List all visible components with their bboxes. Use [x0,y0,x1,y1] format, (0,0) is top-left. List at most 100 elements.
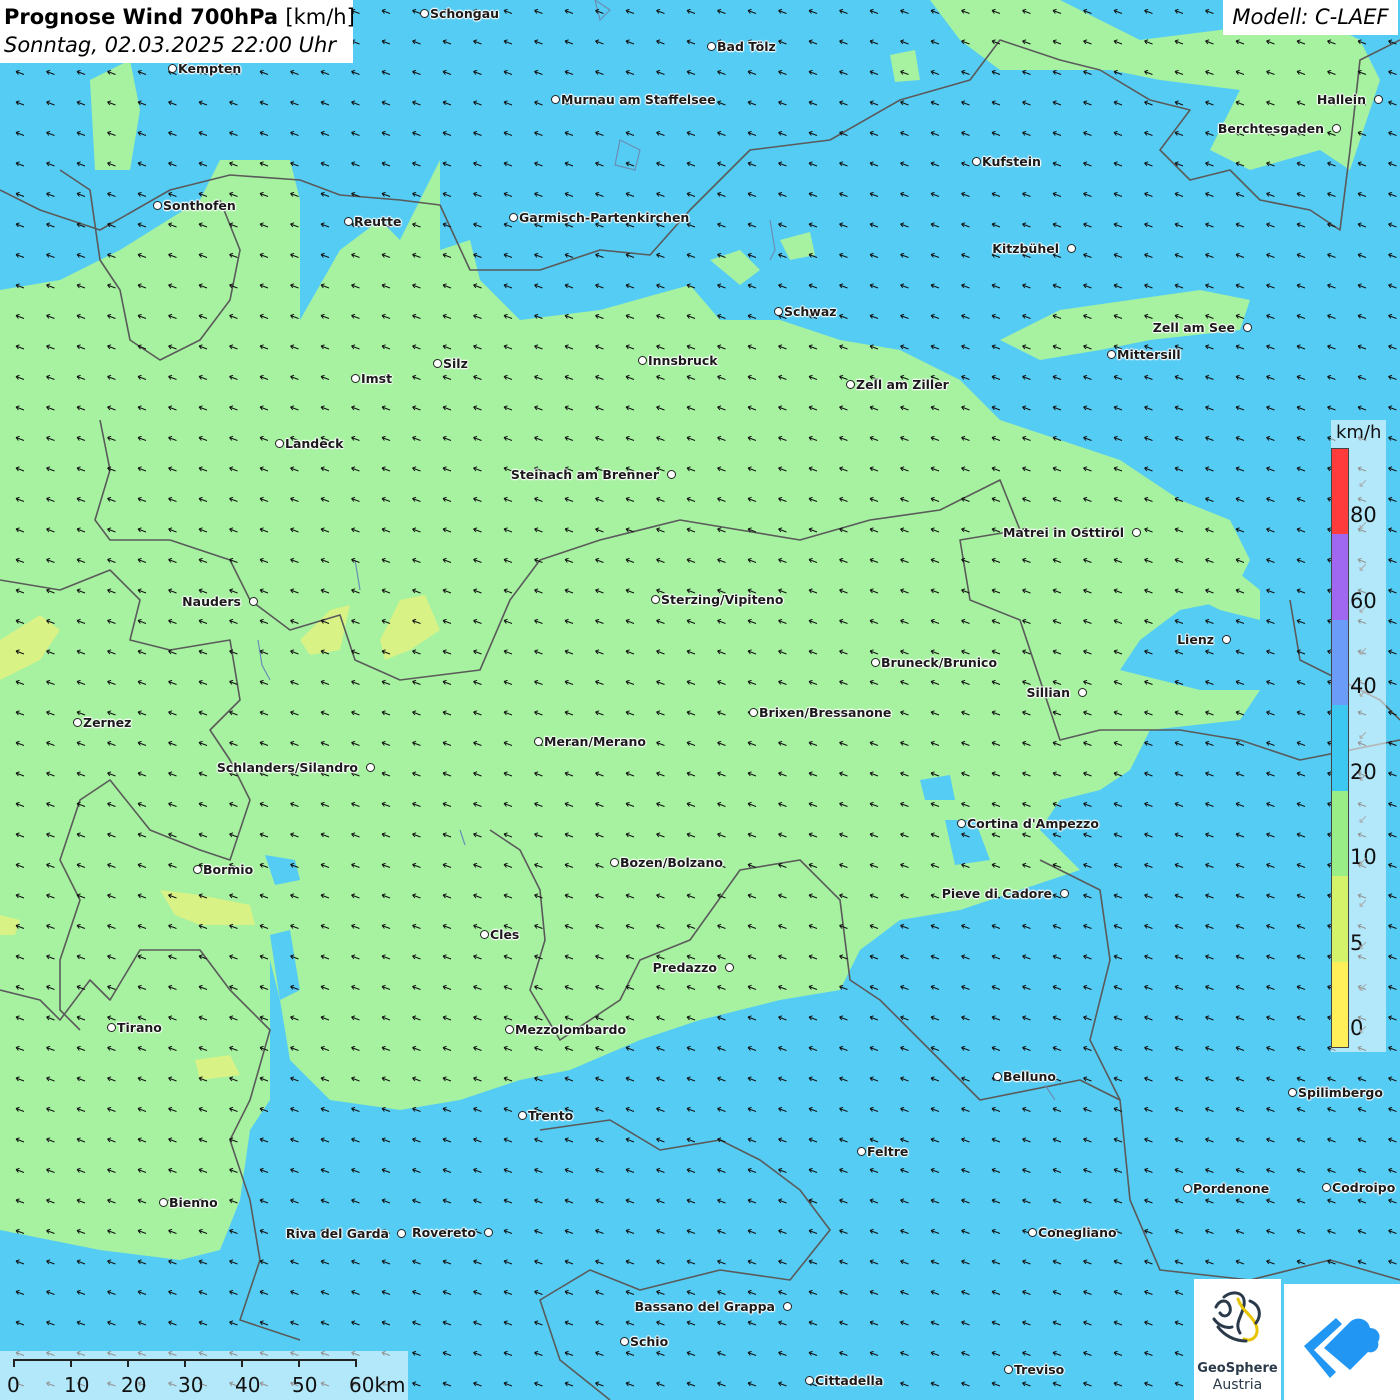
wind-arrow-icon [412,1350,421,1356]
city-dot-icon [1374,95,1383,104]
wind-arrow-icon [442,1198,452,1204]
wind-arrow-icon [778,222,787,228]
wind-arrow-icon [625,8,635,14]
wind-arrow-icon [930,130,940,136]
wind-arrow-icon [869,130,879,136]
wind-arrow-icon [1205,466,1214,472]
wind-arrow-icon [778,1350,787,1356]
wind-arrow-icon [1296,984,1306,990]
wind-arrow-icon [1174,1289,1184,1295]
city-name: Nauders [182,594,241,609]
wind-arrow-icon [1357,1167,1367,1173]
wind-arrow-icon [320,1106,330,1112]
wind-arrow-icon [442,130,452,136]
wind-arrow-icon [900,1106,909,1112]
wind-arrow-icon [930,313,940,319]
wind-arrow-icon [1174,405,1184,411]
wind-arrow-icon [717,1228,726,1234]
wind-arrow-icon [412,1259,421,1265]
wind-arrow-icon [1327,374,1336,380]
city-dot-icon [1183,1184,1192,1193]
wind-arrow-icon [198,1259,208,1265]
wind-arrow-icon [1235,1228,1245,1234]
wind-arrow-icon [229,1289,238,1295]
wind-arrow-icon [1266,740,1275,746]
wind-arrow-icon [473,191,482,197]
wind-arrow-icon [1388,1259,1397,1265]
city-dot-icon [249,597,258,606]
wind-arrow-icon [839,1015,848,1021]
wind-arrow-icon [991,1106,1001,1112]
city-name: Bienno [169,1195,218,1210]
wind-arrow-icon [1296,496,1306,502]
wind-arrow-icon [808,39,818,45]
wind-arrow-icon [46,1320,55,1326]
wind-arrow-icon [1205,191,1214,197]
wind-arrow-icon [778,1015,787,1021]
wind-arrow-icon [1205,1015,1214,1021]
wind-arrow-icon [137,100,147,106]
wind-arrow-icon [503,8,513,14]
wind-arrow-icon [534,1289,543,1295]
wind-arrow-icon [900,161,909,167]
wind-arrow-icon [1113,130,1123,136]
wind-arrow-icon [76,1259,86,1265]
wind-arrow-icon [900,1259,909,1265]
wind-arrow-icon [991,1198,1001,1204]
city-name: Bassano del Grappa [634,1299,775,1314]
wind-arrow-icon [1174,679,1184,685]
wind-arrow-icon [1022,1198,1031,1204]
wind-arrow-icon [1205,1137,1214,1143]
wind-arrow-icon [1174,222,1184,228]
wind-arrow-icon [656,1259,665,1265]
wind-arrow-icon [412,100,421,106]
wind-arrow-icon [717,130,726,136]
wind-arrow-icon [656,8,665,14]
wind-arrow-icon [900,1350,909,1356]
wind-arrow-icon [290,1259,299,1265]
city-dot-icon [351,374,360,383]
wind-arrow-icon [1052,161,1062,167]
wind-arrow-icon [839,984,848,990]
wind-arrow-icon [442,191,452,197]
wind-arrow-icon [839,161,848,167]
wind-arrow-icon [1296,954,1306,960]
wind-arrow-icon [656,1289,665,1295]
wind-arrow-icon [1266,435,1275,441]
wind-arrow-icon [1296,557,1306,563]
wind-arrow-icon [1235,1259,1245,1265]
scale-tick [355,1359,357,1367]
city-name: Riva del Garda [285,1226,389,1241]
model-label: Modell: C-LAEF [1223,0,1398,35]
wind-arrow-icon [686,1259,696,1265]
wind-arrow-icon [1083,1320,1092,1326]
wind-arrow-icon [625,39,635,45]
wind-arrow-icon [717,222,726,228]
wind-arrow-icon [1266,1167,1275,1173]
wind-arrow-icon [1174,862,1184,868]
wind-arrow-icon [991,923,1001,929]
wind-arrow-icon [1205,1228,1214,1234]
wind-arrow-icon [1388,405,1397,411]
wind-arrow-icon [198,130,208,136]
wind-arrow-icon [1174,130,1184,136]
wind-arrow-icon [778,1137,787,1143]
legend-arrow-icon: ↙ [1358,980,1369,994]
wind-arrow-icon [869,1137,879,1143]
city-dot-icon [957,819,966,828]
legend-segment [1332,876,1348,962]
city-dot-icon [534,737,543,746]
wind-arrow-icon [869,954,879,960]
wind-arrow-icon [778,8,787,14]
wind-arrow-icon [137,1289,147,1295]
wind-arrow-icon [808,222,818,228]
wind-arrow-icon [1357,344,1367,350]
wind-arrow-icon [1174,191,1184,197]
wind-arrow-icon [534,1198,543,1204]
legend-color-bar [1331,448,1349,1048]
wind-arrow-icon [961,344,970,350]
wind-arrow-icon [930,1106,940,1112]
forecast-datetime: Sonntag, 02.03.2025 22:00 Uhr [4,33,337,57]
city-name: Sterzing/Vipiteno [661,592,784,607]
wind-arrow-icon [747,1228,757,1234]
